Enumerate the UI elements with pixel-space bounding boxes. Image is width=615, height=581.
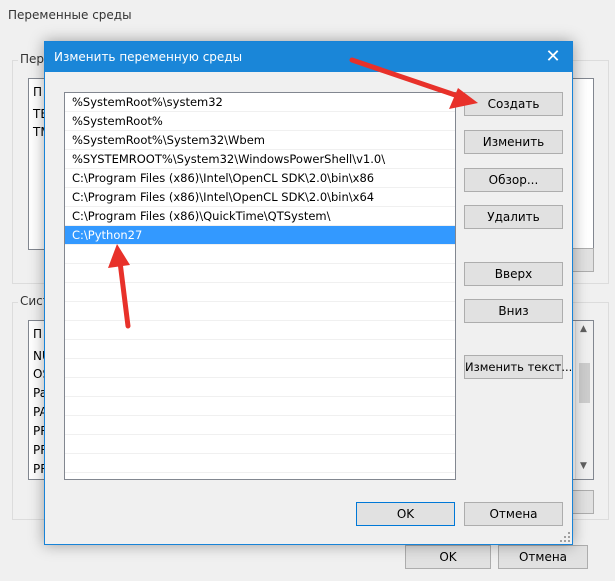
- arrow-to-create-icon: [349, 57, 478, 109]
- annotation-arrows: [108, 57, 478, 329]
- arrow-to-python-icon: [108, 244, 131, 329]
